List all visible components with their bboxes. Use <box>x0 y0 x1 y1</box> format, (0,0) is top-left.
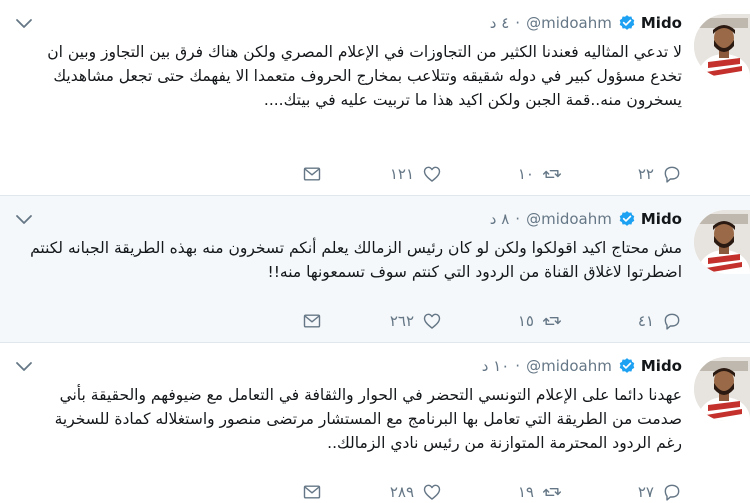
like-button[interactable]: ٢٦٢ <box>390 310 442 332</box>
reply-icon <box>664 166 680 183</box>
avatar[interactable] <box>694 14 750 78</box>
tweet-header: ٤ د · @midoahm Mido <box>490 12 682 34</box>
tweet-text: لا تدعي المثاليه فعندنا الكثير من التجاو… <box>47 43 682 109</box>
tweet-header: ١٠ د · @midoahm Mido <box>482 355 682 377</box>
separator-dot: · <box>515 14 521 32</box>
verified-badge-icon <box>619 211 635 226</box>
retweet-count: ١٠ <box>517 165 534 183</box>
avatar-image <box>694 357 750 421</box>
like-count: ١٢١ <box>389 165 414 183</box>
retweet-button[interactable]: ١٩ <box>518 481 562 503</box>
tweet-text: مش محتاج اكيد اقولكوا ولكن لو كان رئيس ا… <box>30 239 682 281</box>
reply-icon <box>664 313 680 330</box>
tweet-text: عهدنا دائما على الإعلام التونسي التحضر ف… <box>54 386 682 452</box>
tweet-handle[interactable]: @midoahm <box>526 210 612 228</box>
avatar[interactable] <box>694 210 750 274</box>
dm-button[interactable] <box>302 310 322 332</box>
tweet-author-name[interactable]: Mido <box>641 357 682 375</box>
retweet-count: ١٥ <box>517 312 534 330</box>
retweet-button[interactable]: ١٠ <box>518 163 562 185</box>
reply-button[interactable]: ٤١ <box>638 310 682 332</box>
reply-count: ٤١ <box>637 312 654 330</box>
tweet-actions: ٢٢ ١٠ ١٢١ <box>0 163 682 185</box>
verified-badge-icon <box>619 358 635 373</box>
avatar-image <box>694 14 750 78</box>
like-count: ٢٨٩ <box>389 483 414 501</box>
like-count: ٢٦٢ <box>389 312 414 330</box>
retweet-count: ١٩ <box>517 483 534 501</box>
retweet-button[interactable]: ١٥ <box>518 310 562 332</box>
tweet[interactable]: ١٠ د · @midoahm Mido عهدنا دائما على الإ… <box>0 343 750 501</box>
tweet-handle[interactable]: @midoahm <box>526 14 612 32</box>
avatar[interactable] <box>694 357 750 421</box>
reply-button[interactable]: ٢٧ <box>638 481 682 503</box>
tweet-handle[interactable]: @midoahm <box>526 357 612 375</box>
retweet-icon <box>542 487 562 497</box>
like-icon <box>423 166 441 182</box>
chevron-down-icon[interactable] <box>14 16 34 30</box>
retweet-icon <box>542 316 562 326</box>
tweet-time[interactable]: ٤ د <box>490 14 510 32</box>
like-button[interactable]: ١٢١ <box>390 163 442 185</box>
dm-button[interactable] <box>302 481 322 503</box>
chevron-down-icon[interactable] <box>14 359 34 373</box>
tweet[interactable]: ٨ د · @midoahm Mido مش محتاج اكيد اقولكو… <box>0 196 750 343</box>
separator-dot: · <box>515 210 521 228</box>
retweet-icon <box>542 169 562 179</box>
reply-icon <box>664 484 680 501</box>
dm-button[interactable] <box>302 163 322 185</box>
separator-dot: · <box>515 357 521 375</box>
tweet[interactable]: ٤ د · @midoahm Mido لا تدعي المثاليه فعن… <box>0 0 750 196</box>
like-icon <box>423 313 441 329</box>
reply-button[interactable]: ٢٢ <box>638 163 682 185</box>
tweet-time[interactable]: ٨ د <box>490 210 510 228</box>
tweet-author-name[interactable]: Mido <box>641 14 682 32</box>
dm-icon <box>303 314 321 328</box>
like-icon <box>423 484 441 500</box>
tweet-time[interactable]: ١٠ د <box>482 357 510 375</box>
reply-count: ٢٢ <box>637 165 654 183</box>
tweet-actions: ٢٧ ١٩ ٢٨٩ <box>0 481 682 503</box>
like-button[interactable]: ٢٨٩ <box>390 481 442 503</box>
chevron-down-icon[interactable] <box>14 212 34 226</box>
dm-icon <box>303 167 321 181</box>
dm-icon <box>303 485 321 499</box>
tweet-header: ٨ د · @midoahm Mido <box>490 208 682 230</box>
tweet-author-name[interactable]: Mido <box>641 210 682 228</box>
reply-count: ٢٧ <box>637 483 654 501</box>
avatar-image <box>694 210 750 274</box>
verified-badge-icon <box>619 15 635 30</box>
tweet-actions: ٤١ ١٥ ٢٦٢ <box>0 310 682 332</box>
